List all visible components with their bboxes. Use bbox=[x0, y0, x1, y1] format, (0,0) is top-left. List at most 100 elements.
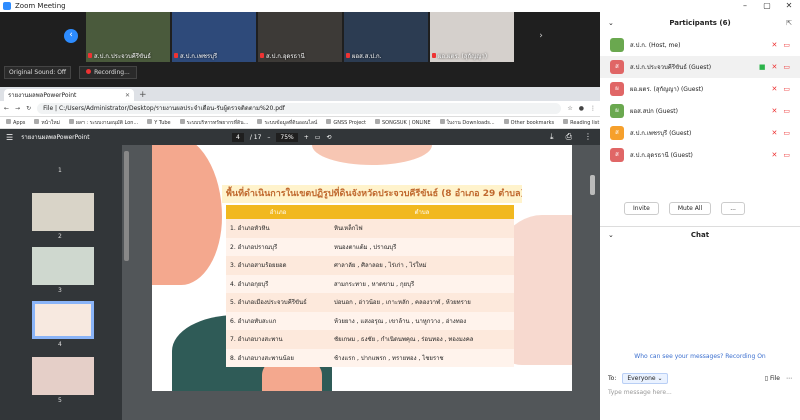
more-icon[interactable]: ⋮ bbox=[584, 132, 592, 142]
mic-muted-icon[interactable]: ✕ bbox=[772, 151, 778, 159]
video-off-icon[interactable]: ▭ bbox=[783, 63, 790, 71]
bookmark-item[interactable]: GNSS Project bbox=[326, 119, 366, 126]
video-off-icon[interactable]: ▭ bbox=[783, 85, 790, 93]
more-options-button[interactable]: ... bbox=[721, 202, 745, 215]
video-off-icon[interactable]: ▭ bbox=[783, 129, 790, 137]
participant-row[interactable]: ส ส.ป.ก.ประจวบคีรีขันธ์ (Guest) ■ ✕ ▭ bbox=[600, 56, 800, 78]
window-title: Zoom Meeting bbox=[15, 2, 66, 10]
bookmark-item[interactable]: ผลฯ : ระบบงานอนุมัติ Lon... bbox=[69, 119, 138, 127]
video-tile[interactable]: ผอ.ผตร. (สุกัญญา) bbox=[430, 12, 514, 62]
chevron-down-icon[interactable]: ⌄ bbox=[608, 12, 614, 34]
bookmark-item[interactable]: ใบงาน Downloads... bbox=[440, 119, 495, 127]
subdistrict-cell: ช้างแรก , ปากแพรก , ทรายทอง , ไชยราช bbox=[330, 348, 514, 367]
thumbnail-number: 3 bbox=[58, 287, 62, 294]
district-table: อำเภอ ตำบล 1. อำเภอหัวหิน หินเหล็กไฟ 2. อ… bbox=[226, 205, 514, 367]
bookmark-item[interactable]: ระบบข้อมูลที่ดินออนไลน์ bbox=[257, 119, 317, 127]
tab-close-icon[interactable]: ✕ bbox=[125, 92, 130, 99]
bookmark-item[interactable]: SONGSUK | ONLINE bbox=[375, 119, 431, 126]
chat-header: ⌄ Chat bbox=[600, 226, 800, 242]
maximize-icon[interactable]: ▢ bbox=[756, 0, 778, 12]
print-icon[interactable]: ⎙ bbox=[566, 132, 572, 142]
page-number-input[interactable]: 4 bbox=[232, 132, 244, 142]
close-icon[interactable]: ✕ bbox=[778, 0, 800, 12]
page-thumbnail[interactable] bbox=[32, 357, 94, 395]
browser-tab[interactable]: รายงานผลพลPowerPoint ✕ bbox=[4, 89, 134, 101]
participant-row[interactable]: ส ส.ป.ก.อุดรธานี (Guest) ✕ ▭ bbox=[600, 144, 800, 166]
recipient-select[interactable]: Everyone ⌄ bbox=[622, 373, 668, 384]
video-tile[interactable]: ส.ป.ก.เพชรบุรี bbox=[172, 12, 256, 62]
forward-icon[interactable]: → bbox=[15, 105, 20, 112]
window-controls: – ▢ ✕ bbox=[734, 0, 800, 12]
mic-muted-icon[interactable]: ✕ bbox=[772, 63, 778, 71]
chat-message-input[interactable]: Type message here... bbox=[608, 389, 672, 396]
column-header: ตำบล bbox=[330, 205, 514, 219]
video-tile[interactable]: ส.ป.ก.อุดรธานี bbox=[258, 12, 342, 62]
pdf-menu-icon[interactable]: ☰ bbox=[6, 133, 13, 142]
avatar: ผ bbox=[610, 104, 624, 118]
bookmark-item[interactable]: Y Tube bbox=[147, 119, 170, 126]
gallery-next-button[interactable]: › bbox=[534, 29, 548, 43]
bookmarks-bar: Apps หน้าใหม่ ผลฯ : ระบบงานอนุมัติ Lon..… bbox=[0, 117, 600, 129]
mic-muted-icon[interactable]: ✕ bbox=[772, 41, 778, 49]
original-sound-button[interactable]: Original Sound: Off bbox=[4, 66, 72, 79]
table-row: 2. อำเภอปราณบุรี หนองตาแต้ม , ปราณบุรี bbox=[226, 237, 514, 256]
gallery-prev-button[interactable]: ‹ bbox=[64, 29, 78, 43]
table-row: 8. อำเภอบางสะพานน้อย ช้างแรก , ปากแพรก , … bbox=[226, 348, 514, 367]
bookmark-item[interactable]: ระบบบริหารทรัพยากรที่ดิน... bbox=[180, 119, 249, 127]
page-thumbnail-selected[interactable] bbox=[32, 301, 94, 339]
new-tab-button[interactable]: + bbox=[139, 89, 147, 101]
table-row: 1. อำเภอหัวหิน หินเหล็กไฟ bbox=[226, 219, 514, 238]
decorative-shape bbox=[312, 145, 432, 165]
thumbnail-number: 4 bbox=[58, 341, 62, 348]
file-button[interactable]: ▯ File bbox=[765, 375, 780, 382]
participant-row[interactable]: ส ส.ป.ก.เพชรบุรี (Guest) ✕ ▭ bbox=[600, 122, 800, 144]
popout-icon[interactable]: ⇱ bbox=[786, 12, 792, 34]
pdf-page-controls: 4 / 17 – 75% + ▭ ⟲ bbox=[232, 132, 331, 142]
download-icon[interactable]: ⤓ bbox=[550, 132, 554, 142]
mic-muted-icon[interactable]: ✕ bbox=[772, 107, 778, 115]
menu-icon[interactable]: ⋮ bbox=[590, 105, 596, 112]
mic-muted-icon[interactable]: ✕ bbox=[772, 85, 778, 93]
address-bar[interactable]: File | C:/Users/Administrator/Desktop/รา… bbox=[37, 103, 562, 114]
thumbnail-number: 5 bbox=[58, 397, 62, 404]
browser-toolbar: ← → ↻ File | C:/Users/Administrator/Desk… bbox=[0, 101, 600, 117]
video-off-icon[interactable]: ▭ bbox=[783, 41, 790, 49]
other-bookmarks[interactable]: Other bookmarks bbox=[504, 119, 554, 126]
mic-muted-icon[interactable]: ✕ bbox=[772, 129, 778, 137]
star-icon[interactable]: ☆ bbox=[567, 105, 572, 112]
district-cell: 2. อำเภอปราณบุรี bbox=[226, 237, 330, 256]
page-thumbnail[interactable] bbox=[32, 193, 94, 231]
participant-row[interactable]: ส.ป.ก. (Host, me) ✕ ▭ bbox=[600, 34, 800, 56]
bookmark-item[interactable]: หน้าใหม่ bbox=[34, 119, 60, 127]
mute-all-button[interactable]: Mute All bbox=[668, 202, 712, 215]
back-icon[interactable]: ← bbox=[4, 105, 9, 112]
browser-tab-title: รายงานผลพลPowerPoint bbox=[8, 92, 77, 99]
participant-row[interactable]: ผ ผอ.ผตร. (สุกัญญา) (Guest) ✕ ▭ bbox=[600, 78, 800, 100]
video-off-icon[interactable]: ▭ bbox=[783, 151, 790, 159]
rotate-icon[interactable]: ⟲ bbox=[326, 134, 331, 141]
recording-indicator[interactable]: Recording... bbox=[79, 66, 137, 79]
video-tile[interactable]: ส.ป.ก.ประจวบคีรีขันธ์ bbox=[86, 12, 170, 62]
chat-visibility-notice[interactable]: Who can see your messages? Recording On bbox=[600, 353, 800, 360]
reload-icon[interactable]: ↻ bbox=[26, 105, 31, 112]
district-cell: 4. อำเภอกุยบุรี bbox=[226, 274, 330, 293]
participant-row[interactable]: ผ ผอส.สปก (Guest) ✕ ▭ bbox=[600, 100, 800, 122]
chevron-down-icon[interactable]: ⌄ bbox=[608, 227, 614, 243]
profile-icon[interactable]: ● bbox=[579, 105, 584, 112]
fit-page-icon[interactable]: ▭ bbox=[315, 134, 321, 141]
zoom-out-button[interactable]: – bbox=[267, 134, 270, 141]
page-thumbnail[interactable] bbox=[32, 247, 94, 285]
video-tile[interactable]: ผอส.ส.ป.ก. bbox=[344, 12, 428, 62]
zoom-in-button[interactable]: + bbox=[304, 134, 309, 141]
sidebar-scrollbar[interactable] bbox=[124, 151, 129, 261]
video-off-icon[interactable]: ▭ bbox=[783, 107, 790, 115]
minimize-icon[interactable]: – bbox=[734, 0, 756, 12]
invite-button[interactable]: Invite bbox=[624, 202, 659, 215]
avatar: ส bbox=[610, 148, 624, 162]
table-header-row: อำเภอ ตำบล bbox=[226, 205, 514, 219]
zoom-level[interactable]: 75% bbox=[276, 132, 298, 142]
pdf-scrollbar[interactable] bbox=[590, 175, 595, 195]
bookmark-item[interactable]: Apps bbox=[6, 119, 25, 126]
more-icon[interactable]: ⋯ bbox=[786, 375, 792, 382]
reading-list[interactable]: Reading list bbox=[563, 119, 599, 126]
